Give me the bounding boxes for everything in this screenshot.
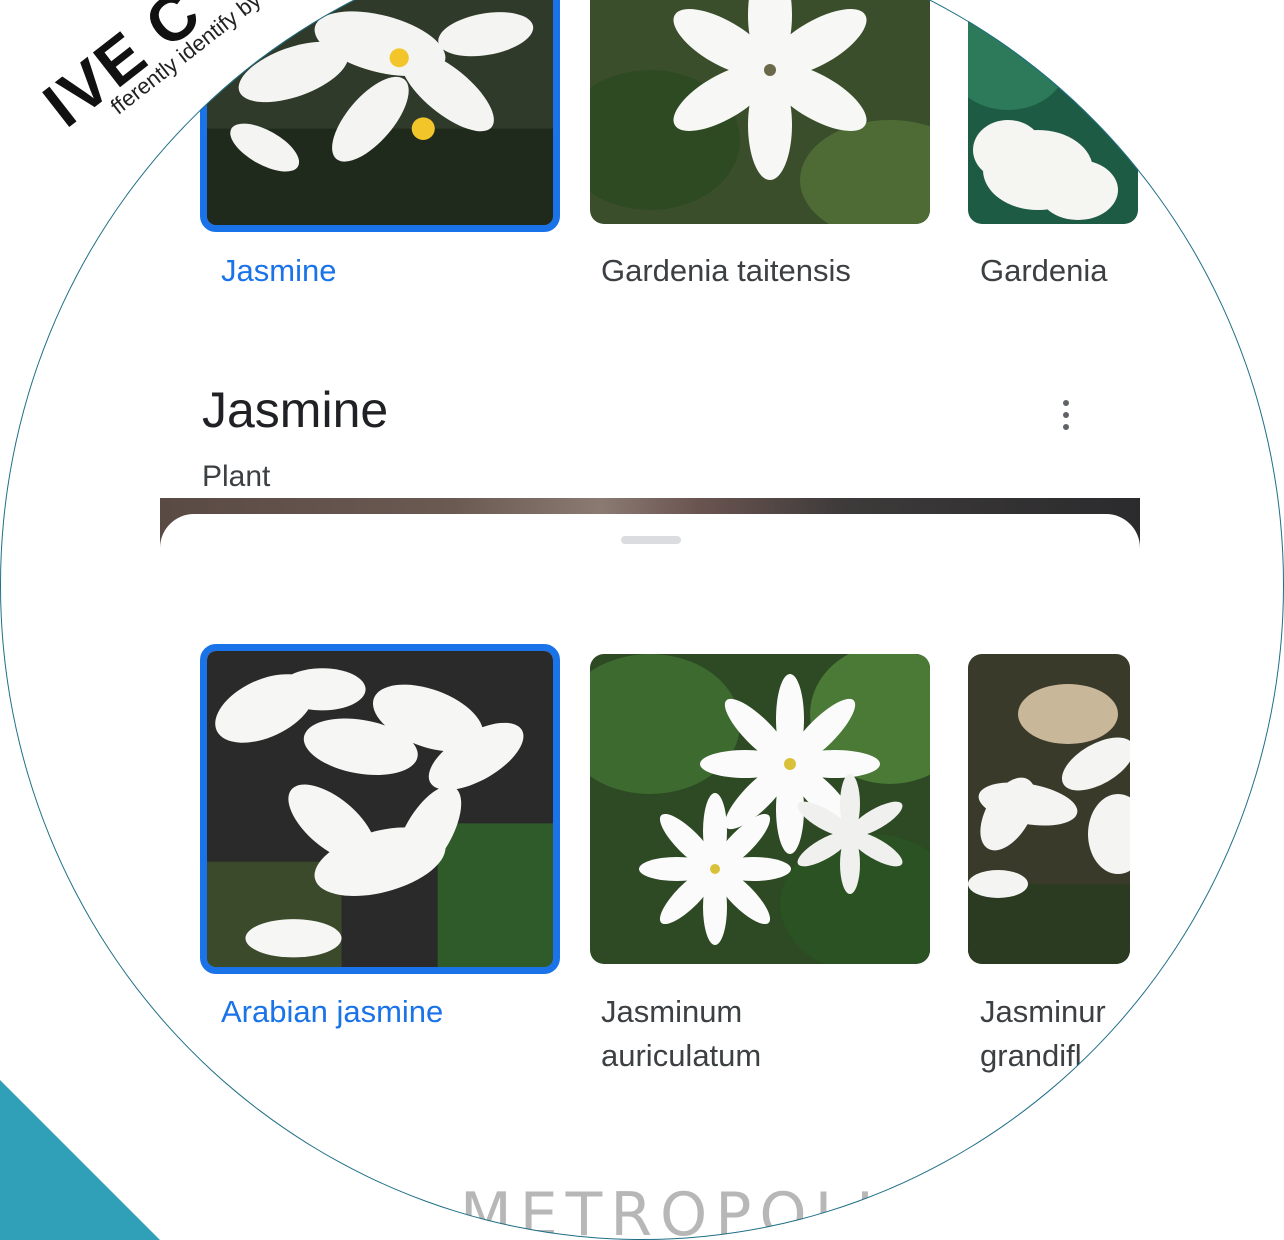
more-vert-icon: [1063, 400, 1069, 406]
arabian-jasmine-photo: [207, 651, 553, 967]
gardenia-photo: [968, 0, 1138, 224]
entity-subtitle: Plant: [202, 460, 271, 493]
result-card-gardenia[interactable]: [968, 0, 1138, 224]
result-label-jasmine[interactable]: Jasmine: [221, 249, 336, 293]
result-label-jasminum-auriculatum-line1[interactable]: Jasminum: [601, 990, 742, 1034]
jasmine-photo: [207, 0, 553, 225]
result-card-jasmine[interactable]: [200, 0, 560, 232]
gardenia-taitensis-photo: [590, 0, 930, 224]
jasminum-grandiflorum-photo: [968, 654, 1130, 964]
corner-decoration: [0, 1080, 160, 1240]
more-vert-icon-dot: [1063, 412, 1069, 418]
lens-content: Jasmine Gardenia taitensis Gardenia Jasm…: [0, 0, 1284, 1240]
jasminum-auriculatum-photo: [590, 654, 930, 964]
result-label-gardenia-taitensis[interactable]: Gardenia taitensis: [601, 249, 851, 293]
more-options-button[interactable]: [1044, 390, 1088, 440]
result-label-jasminum-grandiflorum-line2[interactable]: grandifl: [980, 1034, 1082, 1078]
more-vert-icon-dot: [1063, 424, 1069, 430]
screenshot-stage: Jasmine Gardenia taitensis Gardenia Jasm…: [0, 0, 1284, 1240]
result-label-jasminum-grandiflorum-line1[interactable]: Jasminur: [980, 990, 1106, 1034]
result-label-arabian-jasmine[interactable]: Arabian jasmine: [221, 990, 443, 1034]
result-card-jasminum-auriculatum[interactable]: [590, 654, 930, 964]
sheet-drag-handle[interactable]: [621, 536, 681, 544]
metropolis-watermark: METROPOLIS: [460, 1180, 928, 1240]
entity-title: Jasmine: [202, 382, 389, 438]
result-card-gardenia-taitensis[interactable]: [590, 0, 930, 224]
result-card-jasminum-grandiflorum[interactable]: [968, 654, 1130, 964]
result-label-jasminum-auriculatum-line2[interactable]: auriculatum: [601, 1034, 761, 1078]
result-label-gardenia[interactable]: Gardenia: [980, 249, 1108, 293]
magnifier-lens: Jasmine Gardenia taitensis Gardenia Jasm…: [0, 0, 1284, 1240]
result-card-arabian-jasmine[interactable]: [200, 644, 560, 974]
